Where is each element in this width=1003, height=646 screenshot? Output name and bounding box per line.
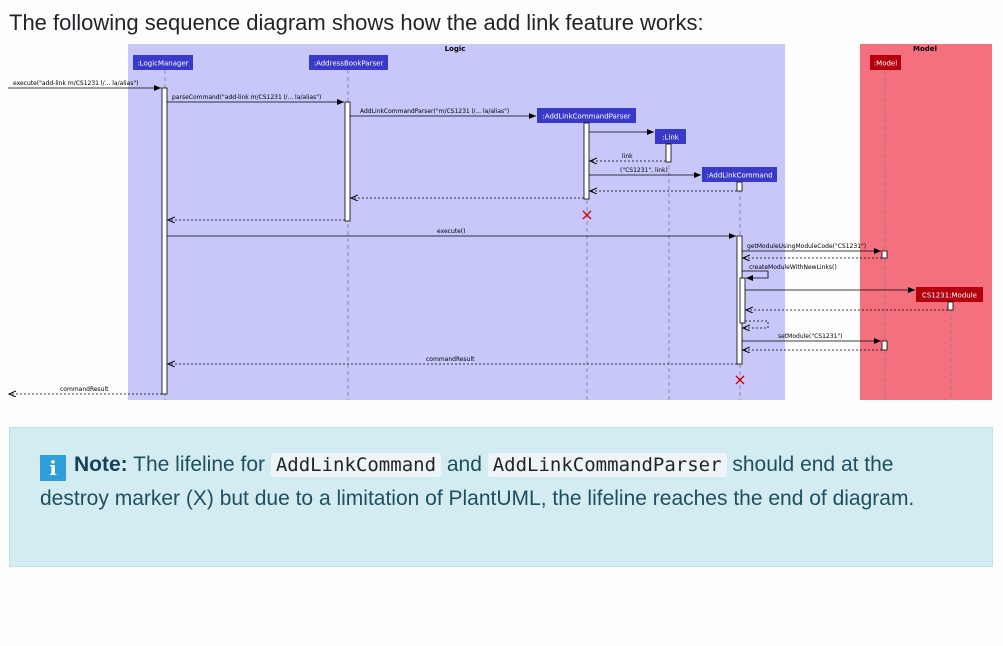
participant-model-label: :Model (874, 60, 897, 68)
page: The following sequence diagram shows how… (0, 0, 1003, 646)
activation-address-book-parser (344, 101, 351, 222)
participant-address-book-parser-label: :AddressBookParser (314, 60, 384, 68)
participant-add-link-command-parser-label: :AddLinkCommandParser (542, 113, 630, 121)
note-label: Note: (74, 453, 128, 476)
info-icon: i (40, 455, 66, 481)
message-add-link-parser-create-label: AddLinkCommandParser("m/CS1231 l/... la/… (360, 108, 509, 115)
activation-add-link-command-nested (739, 277, 746, 324)
activation-model-set (881, 340, 888, 351)
sequence-diagram: Logic Model :LogicManager :AddressBookPa… (0, 44, 992, 400)
logic-box-label: Logic (445, 45, 466, 53)
note-code-add-link-command: AddLinkCommand (270, 453, 442, 477)
message-command-result-outer-label: commandResult (60, 386, 109, 393)
message-command-result-inner-label: commandResult (426, 356, 475, 363)
model-box-label: Model (913, 45, 937, 53)
activation-logic-manager (161, 87, 168, 395)
intro-text: The following sequence diagram shows how… (9, 10, 704, 35)
message-set-module-label: setModule("CS1231") (778, 333, 842, 340)
message-execute-label: execute() (437, 228, 465, 235)
participant-add-link-command-label: :AddLinkCommand (706, 172, 772, 180)
message-parse-command-label: parseCommand("add-link m/CS1231 l/... la… (172, 94, 321, 101)
message-create-module-label: createModuleWithNewLinks() (749, 264, 837, 271)
destroy-marker-parser: × (580, 205, 593, 224)
activation-add-link-command-init (736, 181, 743, 192)
participant-module-label: CS1231:Module (922, 292, 977, 300)
note-callout: i Note: The lifeline for AddLinkCommand a… (9, 427, 993, 567)
message-get-module-label: getModuleUsingModuleCode("CS1231") (747, 243, 866, 250)
message-execute-call-label: execute("add-link m/CS1231 l/... la/alia… (13, 80, 139, 87)
note-text-2: and (441, 453, 488, 476)
activation-model-get (881, 250, 888, 259)
activation-link (665, 143, 672, 163)
model-box (860, 44, 992, 400)
note-code-add-link-command-parser: AddLinkCommandParser (487, 453, 727, 477)
note-text-1: The lifeline for (127, 453, 271, 476)
destroy-marker-command: × (733, 370, 746, 389)
message-add-link-command-create-label: ("CS1231", link) (620, 167, 668, 174)
message-link-return-label: link (622, 153, 633, 160)
activation-add-link-command-parser (583, 122, 590, 200)
activation-module (947, 301, 954, 311)
participant-logic-manager-label: :LogicManager (137, 60, 188, 68)
participant-link-label: :Link (662, 134, 680, 142)
